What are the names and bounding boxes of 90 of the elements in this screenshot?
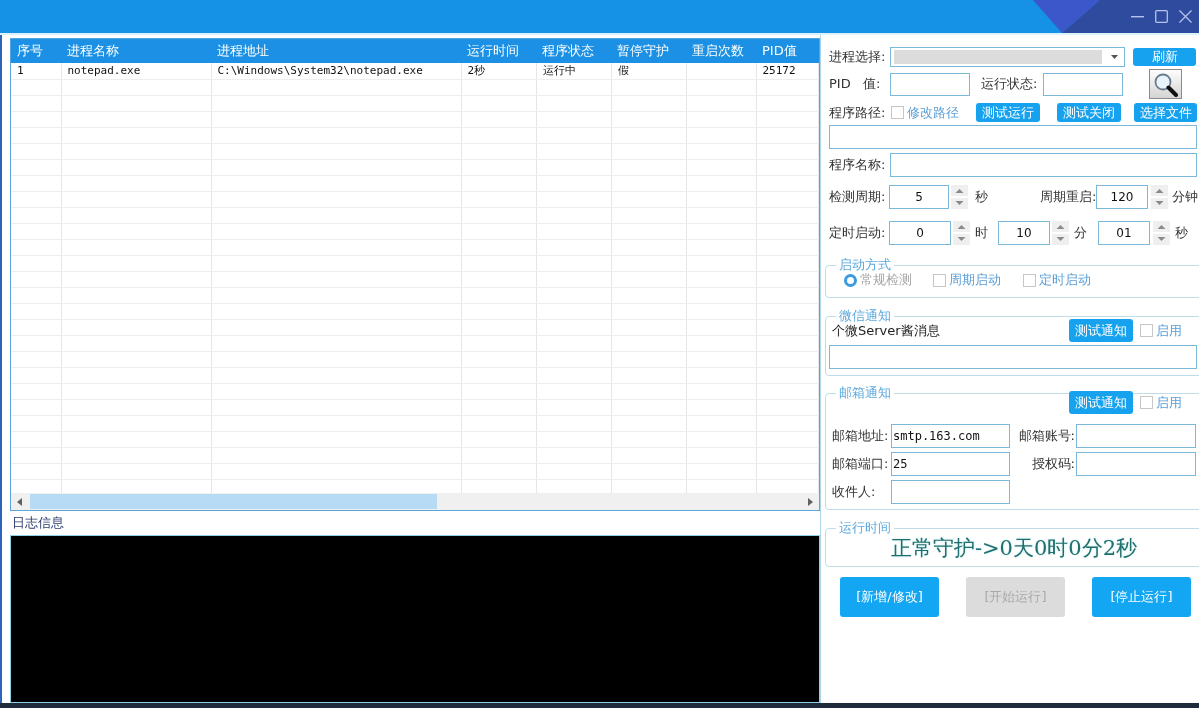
maximize-icon[interactable] — [1155, 10, 1168, 23]
group-title: 运行时间 — [838, 521, 892, 535]
caret-icon — [1111, 55, 1118, 59]
unit-label: 时 — [975, 224, 988, 242]
input-field[interactable] — [829, 345, 1197, 369]
scrollbar-thumb[interactable] — [30, 494, 437, 509]
input-field[interactable]: 25 — [891, 452, 1010, 476]
number-field[interactable]: 0 — [889, 221, 951, 245]
group-title: 邮箱通知 — [838, 386, 892, 400]
input-field[interactable] — [1076, 452, 1196, 476]
radio-label: 常规检测 — [860, 271, 912, 289]
checkbox[interactable] — [891, 106, 904, 119]
number-field[interactable]: 120 — [1096, 185, 1148, 209]
input-field[interactable] — [890, 153, 1197, 177]
number-field[interactable]: 01 — [1098, 221, 1150, 245]
table-cell: 25172 — [756, 63, 819, 79]
unit-label: 秒 — [975, 188, 988, 206]
checkbox[interactable] — [1140, 324, 1153, 337]
action-button[interactable]: 测试关闭 — [1057, 103, 1121, 122]
log-label: 日志信息 — [11, 514, 64, 532]
field-label: 收件人: — [832, 483, 876, 501]
field-label: 程序名称: — [829, 156, 887, 174]
field-label: 检测周期: — [829, 188, 887, 206]
spinner-arrows-icon[interactable] — [951, 185, 968, 209]
column-header: 程序状态 — [536, 39, 611, 63]
input-field[interactable] — [1076, 424, 1196, 448]
table-cell: C:\Windows\System32\notepad.exe — [211, 63, 461, 79]
column-header: 进程地址 — [211, 39, 461, 63]
input-field[interactable] — [891, 480, 1010, 504]
field-label: 周期重启: — [1040, 188, 1096, 206]
input-field[interactable] — [890, 72, 970, 96]
checkbox-label: 定时启动 — [1039, 271, 1091, 289]
section-caption: 个微Server酱消息 — [832, 322, 941, 340]
column-header: 运行时间 — [461, 39, 536, 63]
spinner-arrows-icon[interactable] — [1151, 185, 1168, 209]
test-notify-button[interactable]: 测试通知 — [1069, 319, 1133, 342]
checkbox[interactable] — [933, 273, 946, 287]
input-field[interactable] — [1043, 72, 1123, 96]
column-header: 重启次数 — [686, 39, 756, 63]
field-label: PID 值: — [829, 75, 882, 93]
scroll-left-arrow-icon[interactable] — [17, 497, 22, 506]
runtime-status-text: 正常守护->0天0时0分2秒 — [890, 535, 1138, 562]
close-icon[interactable] — [1179, 10, 1192, 23]
field-label: 邮箱地址: — [832, 427, 889, 445]
process-dropdown[interactable] — [890, 47, 1125, 67]
field-label: 运行状态: — [981, 75, 1039, 93]
table-cell: 运行中 — [536, 63, 611, 79]
action-button[interactable]: 测试运行 — [976, 103, 1040, 122]
checkbox-label: 周期启动 — [949, 271, 1001, 289]
search-icon — [1153, 71, 1178, 97]
spinner-arrows-icon[interactable] — [1153, 221, 1170, 245]
field-label: 邮箱端口: — [832, 455, 889, 473]
path-input-field[interactable] — [829, 125, 1197, 149]
checkbox[interactable] — [1140, 396, 1153, 409]
group-title: 启动方式 — [838, 258, 892, 272]
field-label: 授权码: — [1031, 455, 1076, 473]
action-button[interactable]: [新增/修改] — [840, 577, 939, 617]
field-label: 邮箱账号: — [1018, 427, 1076, 445]
spinner-arrows-icon[interactable] — [1052, 221, 1069, 245]
unit-label: 分钟 — [1172, 188, 1198, 206]
refresh-button[interactable]: 刷新 — [1133, 48, 1196, 66]
horizontal-scrollbar[interactable] — [11, 493, 819, 510]
checkbox[interactable] — [1023, 273, 1036, 287]
action-button[interactable]: [停止运行] — [1092, 577, 1191, 617]
column-header: PID值 — [756, 39, 819, 63]
table-cell: 2秒 — [461, 63, 536, 79]
spinner-arrows-icon[interactable] — [953, 221, 970, 245]
column-header: 进程名称 — [61, 39, 211, 63]
table-cell: 1 — [11, 63, 61, 79]
number-field[interactable]: 5 — [889, 185, 949, 209]
table-cell: 假 — [611, 63, 686, 79]
scroll-right-arrow-icon[interactable] — [808, 497, 813, 506]
number-field[interactable]: 10 — [998, 221, 1050, 245]
unit-label: 秒 — [1175, 224, 1188, 242]
table-cell: notepad.exe — [61, 63, 211, 79]
checkbox-label: 启用 — [1156, 321, 1182, 340]
search-button[interactable] — [1149, 69, 1182, 99]
group-title: 微信通知 — [838, 309, 892, 323]
test-notify-button[interactable]: 测试通知 — [1069, 391, 1133, 414]
column-header: 序号 — [11, 39, 61, 63]
action-button[interactable]: 选择文件 — [1134, 103, 1197, 122]
checkbox-label: 修改路径 — [907, 103, 959, 122]
field-label: 程序路径: — [829, 103, 887, 122]
column-header: 暂停守护 — [611, 39, 686, 63]
unit-label: 分 — [1074, 224, 1087, 242]
minimize-icon[interactable] — [1131, 15, 1144, 18]
field-label: 进程选择: — [829, 48, 887, 66]
input-field[interactable]: smtp.163.com — [891, 424, 1010, 448]
field-label: 定时启动: — [829, 224, 887, 242]
checkbox-label: 启用 — [1156, 393, 1182, 412]
